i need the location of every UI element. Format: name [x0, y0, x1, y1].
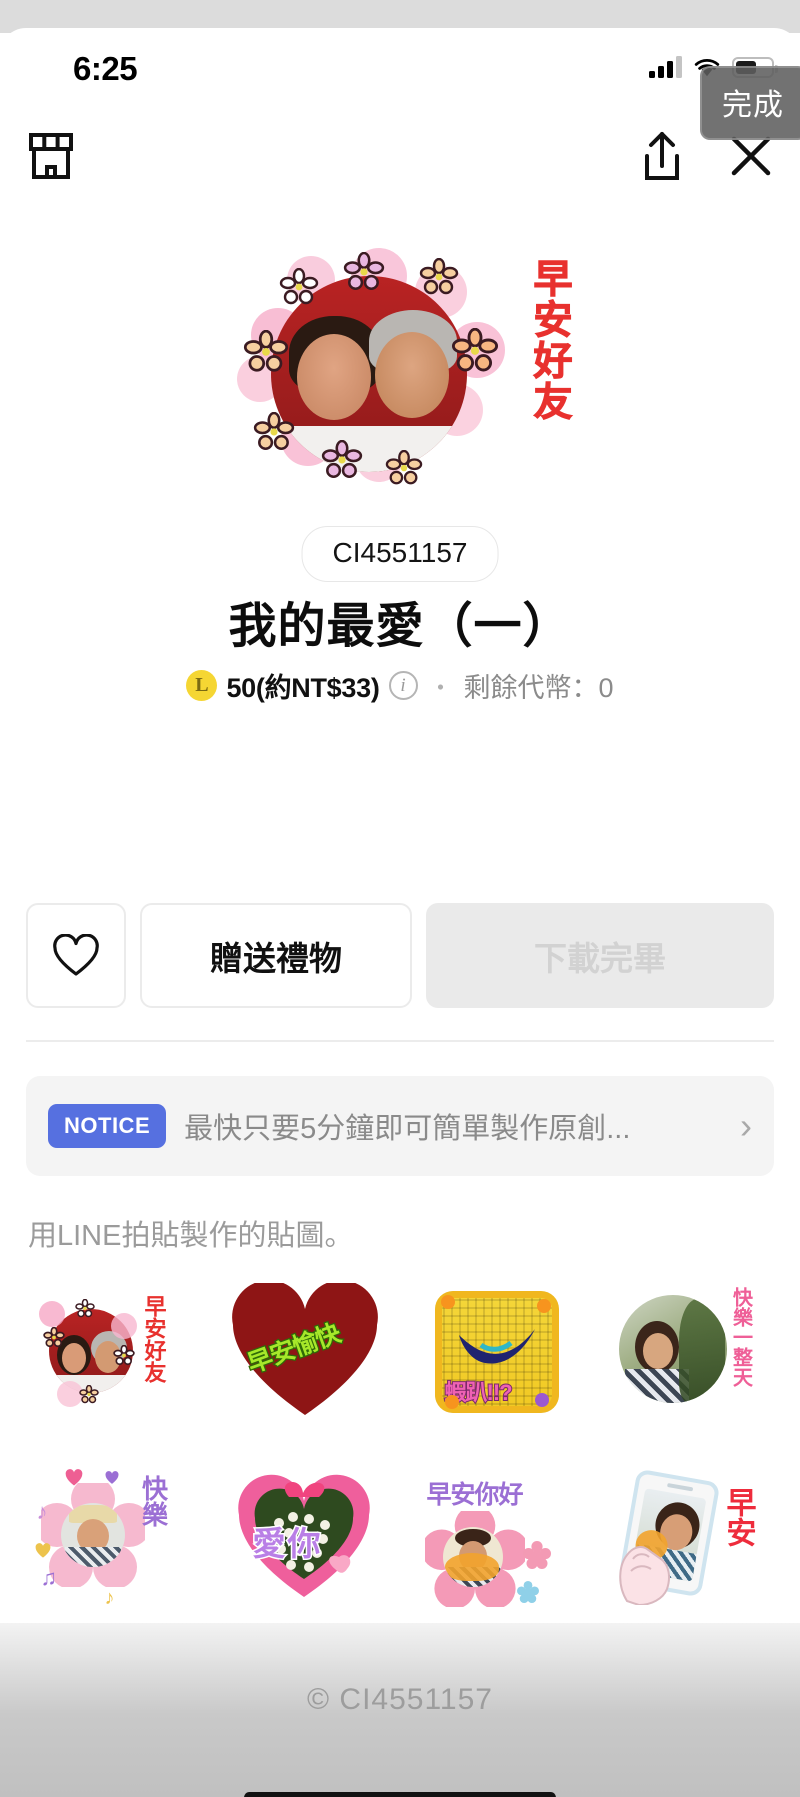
coin-icon: L — [186, 670, 218, 701]
sticker-2: 早安愉快 — [227, 1283, 382, 1423]
status-bar: 6:25 — [0, 28, 800, 114]
decor-flower-icon — [451, 328, 499, 372]
nav-bar — [0, 114, 800, 206]
notice-badge: NOTICE — [48, 1104, 167, 1148]
gift-button[interactable]: 贈送禮物 — [140, 903, 412, 1008]
decor-heart-icon — [105, 1471, 118, 1484]
info-icon[interactable]: i — [388, 671, 418, 700]
decor-note-icon: ♫ — [40, 1565, 58, 1590]
notice-text: 最快只要5分鐘即可簡單製作原創... — [184, 1113, 631, 1145]
decor-flower-icon — [74, 1299, 95, 1318]
sticker-text: 早安 — [721, 1487, 755, 1547]
hero-sticker-text: 早安好友 — [528, 258, 572, 423]
sticker-cell[interactable]: 早安 — [592, 1459, 784, 1619]
status-time: 6:25 — [73, 50, 138, 87]
home-indicator[interactable] — [244, 1792, 556, 1797]
cellular-signal-icon — [649, 56, 682, 78]
sticker-4: 快樂一整天 — [611, 1283, 766, 1423]
sticker-6: 愛你 — [227, 1469, 382, 1609]
copyright-text: © CI4551157 — [306, 1683, 493, 1716]
decor-heart-icon — [65, 1469, 82, 1486]
sticker-3: 蝦趴!!? — [419, 1283, 574, 1423]
sticker-8: 早安 — [611, 1468, 766, 1609]
decor-flower-icon — [522, 1541, 551, 1569]
sticker-photo — [60, 1503, 125, 1567]
hero-sticker-art: 早安好友 — [235, 244, 571, 494]
author-chip[interactable]: CI4551157 — [301, 526, 499, 582]
sticker-grid: 早安好友 早安愉快 蝦趴!!? 快樂一整天 快樂 ♪ ♫ ♪ 愛你 早安你好 早… — [16, 1273, 784, 1619]
sticker-cell[interactable]: 早安你好 — [400, 1459, 592, 1619]
decor-flower-icon — [42, 1327, 65, 1348]
sticker-5: 快樂 ♪ ♫ ♪ — [35, 1469, 190, 1609]
bird-shape-icon — [458, 1329, 535, 1364]
notice-banner[interactable]: NOTICE 最快只要5分鐘即可簡單製作原創... › — [26, 1076, 774, 1176]
favorite-button[interactable] — [26, 903, 126, 1008]
sticker-text: 愛你 — [251, 1524, 323, 1564]
sticker-text: 快樂一整天 — [729, 1287, 752, 1387]
decor-flower-icon — [243, 330, 289, 372]
separator: ・ — [428, 675, 453, 702]
decor-flower-icon — [385, 450, 423, 485]
sticker-cell[interactable]: 早安好友 — [16, 1273, 208, 1433]
sticker-text: 早安你好 — [426, 1481, 524, 1509]
heart-icon — [53, 933, 99, 976]
hand-icon — [618, 1546, 670, 1605]
decor-flower-icon — [321, 440, 363, 479]
coin-balance-text: 剩餘代幣：0 — [463, 673, 614, 703]
decor-heart-icon — [35, 1543, 50, 1558]
decor-flower-icon — [253, 412, 295, 451]
app-window: 6:25 完成 早安好友 CI4551157 我的最愛（一） L 50(約NT$… — [0, 28, 800, 1797]
decor-flower-icon — [419, 258, 459, 295]
sticker-cell[interactable]: 早安愉快 — [208, 1273, 400, 1433]
decor-flower-icon — [516, 1581, 539, 1603]
phone-screen: 6:25 完成 早安好友 CI4551157 我的最愛（一） L 50(約NT$… — [0, 0, 800, 1797]
section-divider — [26, 1040, 774, 1042]
sticker-cell[interactable]: 愛你 — [208, 1459, 400, 1619]
store-icon[interactable] — [27, 131, 75, 186]
action-buttons: 贈送禮物 下載完畢 — [26, 903, 774, 1008]
hero-sticker[interactable]: 早安好友 — [0, 224, 800, 514]
decor-flower-icon — [279, 268, 319, 305]
price-row: L 50(約NT$33) i ・ 剩餘代幣：0 — [0, 666, 800, 705]
decor-note-icon: ♪ — [36, 1499, 48, 1524]
close-icon[interactable] — [728, 133, 774, 184]
done-button[interactable]: 完成 — [700, 66, 800, 140]
decor-flower-icon — [112, 1345, 135, 1366]
sticker-1: 早安好友 — [35, 1283, 190, 1423]
sticker-text: 早安好友 — [141, 1295, 167, 1383]
sticker-text: 快樂 — [138, 1475, 169, 1527]
product-description: 用LINE拍貼製作的貼圖。 — [28, 1220, 354, 1252]
sticker-cell[interactable]: 蝦趴!!? — [400, 1273, 592, 1433]
decor-flower-icon — [343, 252, 385, 291]
page-title: 我的最愛（一） — [228, 600, 572, 653]
sticker-7: 早安你好 — [419, 1469, 574, 1609]
chevron-right-icon: › — [740, 1105, 752, 1146]
decor-note-icon: ♪ — [104, 1587, 115, 1609]
price-text: 50(約NT$33) — [226, 673, 380, 703]
decor-flower-icon — [78, 1385, 99, 1404]
footer: © CI4551157 — [0, 1623, 800, 1797]
sticker-photo — [618, 1295, 727, 1403]
share-icon[interactable] — [640, 130, 684, 187]
download-button: 下載完畢 — [426, 903, 774, 1008]
sticker-cell[interactable]: 快樂 ♪ ♫ ♪ — [16, 1459, 208, 1619]
sticker-photo — [442, 1527, 503, 1587]
sticker-cell[interactable]: 快樂一整天 — [592, 1273, 784, 1433]
